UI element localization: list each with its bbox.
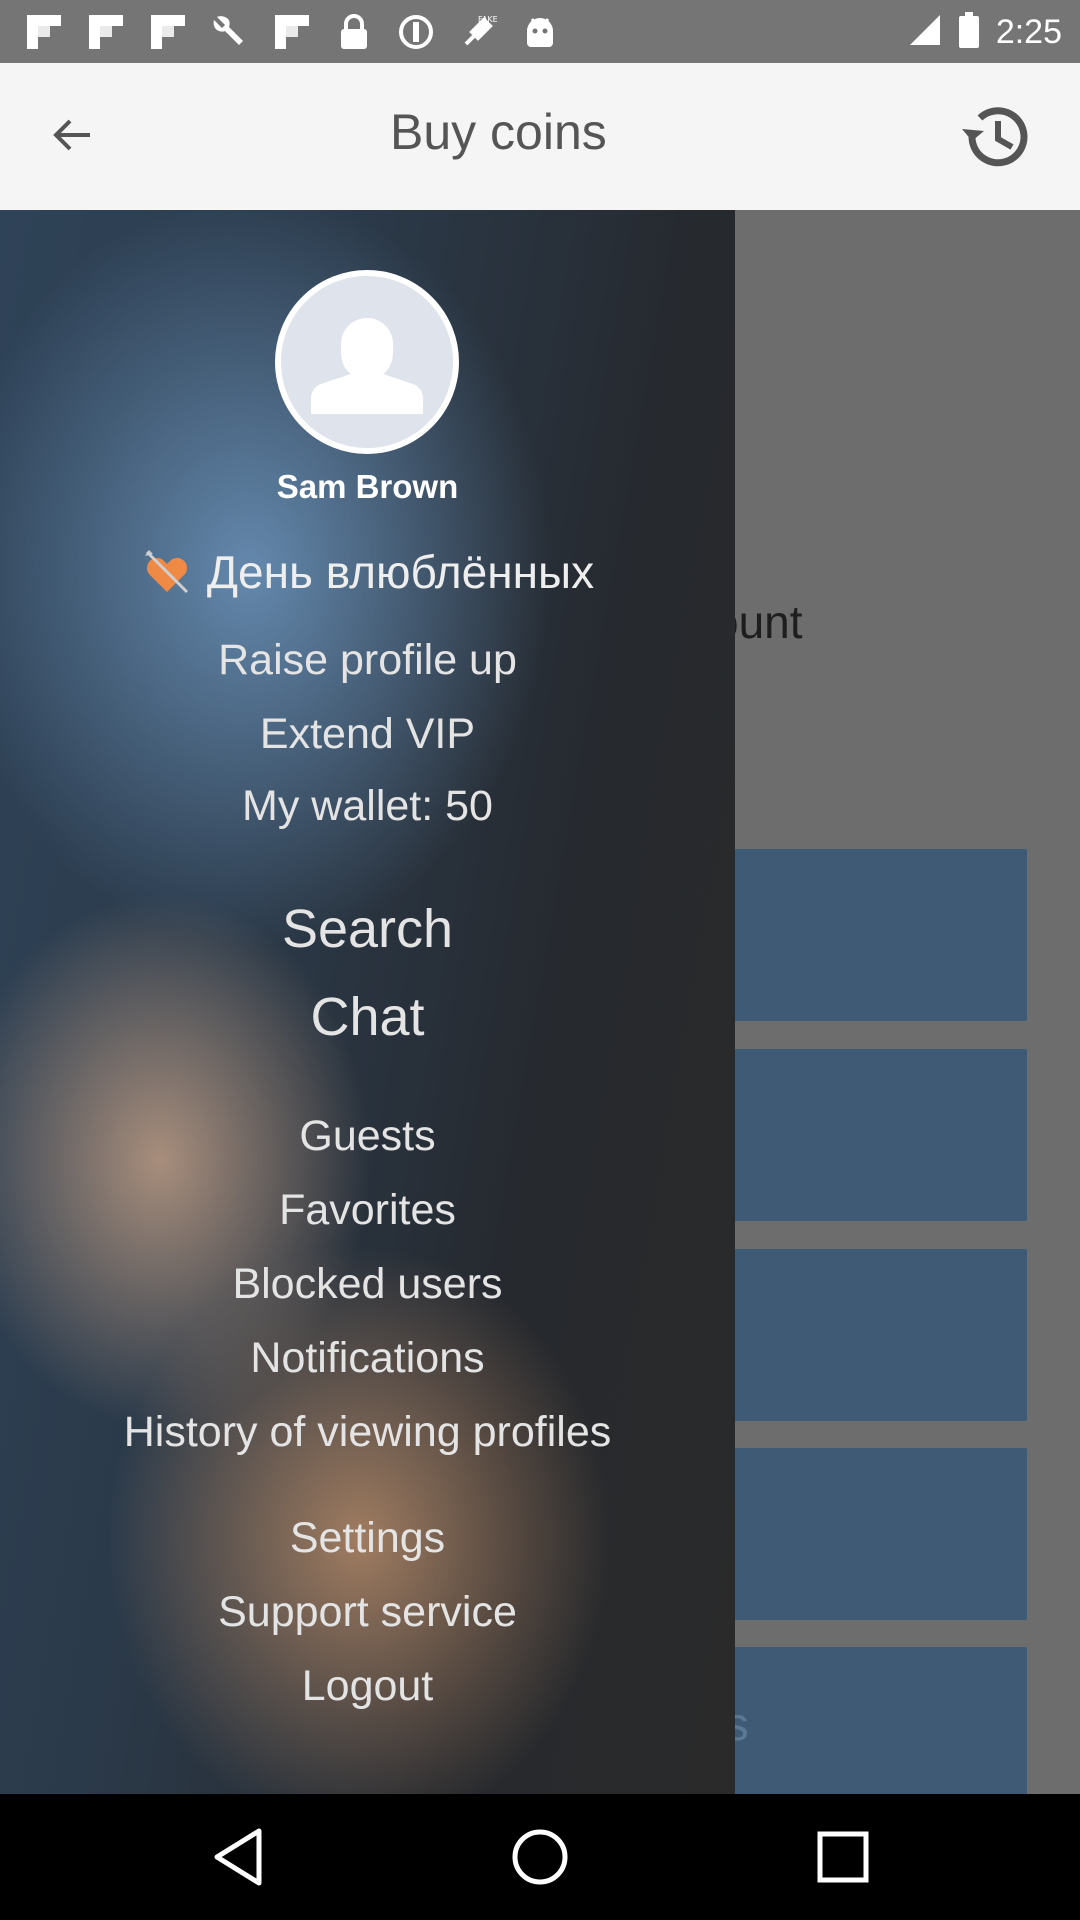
coin-package-tile[interactable]: ns [700, 1647, 1027, 1794]
lock-icon [332, 10, 376, 54]
home-nav-icon[interactable] [510, 1827, 570, 1887]
back-nav-icon[interactable] [208, 1827, 268, 1887]
fake-gps-icon: FAKE [456, 10, 500, 54]
menu-blocked-users[interactable]: Blocked users [0, 1260, 735, 1309]
menu-raise-profile[interactable]: Raise profile up [0, 636, 735, 685]
notification-icons: FAKE [22, 10, 562, 54]
menu-extend-vip[interactable]: Extend VIP [0, 710, 735, 759]
menu-chat[interactable]: Chat [0, 986, 735, 1048]
clock: 2:25 [995, 12, 1062, 51]
system-nav-bar [0, 1794, 1080, 1920]
default-avatar-icon [281, 276, 453, 448]
flipboard-icon [146, 10, 190, 54]
menu-favorites[interactable]: Favorites [0, 1186, 735, 1235]
coin-package-tile[interactable]: s [700, 1249, 1027, 1421]
menu-notifications[interactable]: Notifications [0, 1334, 735, 1383]
circle-slash-icon [394, 10, 438, 54]
promo-label: День влюблённых [206, 546, 595, 598]
menu-search[interactable]: Search [0, 898, 735, 960]
android-icon [518, 10, 562, 54]
menu-settings[interactable]: Settings [0, 1514, 735, 1563]
coin-package-tile[interactable]: s [700, 1448, 1027, 1620]
menu-guests[interactable]: Guests [0, 1112, 735, 1161]
back-arrow-icon[interactable] [40, 103, 104, 167]
navigation-drawer: Sam Brown День влюблённых Raise profile … [0, 210, 735, 1794]
history-icon[interactable] [956, 97, 1036, 177]
flipboard-icon [270, 10, 314, 54]
coin-package-tile[interactable]: s [700, 1049, 1027, 1221]
flipboard-icon [84, 10, 128, 54]
menu-history[interactable]: History of viewing profiles [0, 1408, 735, 1457]
recents-nav-icon[interactable] [813, 1827, 873, 1887]
heart-arrow-icon [144, 550, 188, 594]
menu-logout[interactable]: Logout [0, 1662, 735, 1711]
battery-icon [958, 11, 980, 54]
page-title: Buy coins [390, 104, 607, 160]
user-name: Sam Brown [276, 468, 459, 505]
avatar[interactable] [275, 270, 459, 454]
menu-support[interactable]: Support service [0, 1588, 735, 1637]
menu-wallet[interactable]: My wallet: 50 [0, 782, 735, 831]
wrench-icon [208, 10, 252, 54]
status-bar: FAKE 2:25 [0, 0, 1080, 63]
flipboard-icon [22, 10, 66, 54]
promo-valentines[interactable]: День влюблённых [0, 545, 735, 599]
coin-package-tile[interactable] [700, 849, 1027, 1021]
app-bar: Buy coins [0, 63, 1080, 210]
signal-icon [908, 13, 942, 52]
svg-text:FAKE: FAKE [478, 15, 498, 24]
